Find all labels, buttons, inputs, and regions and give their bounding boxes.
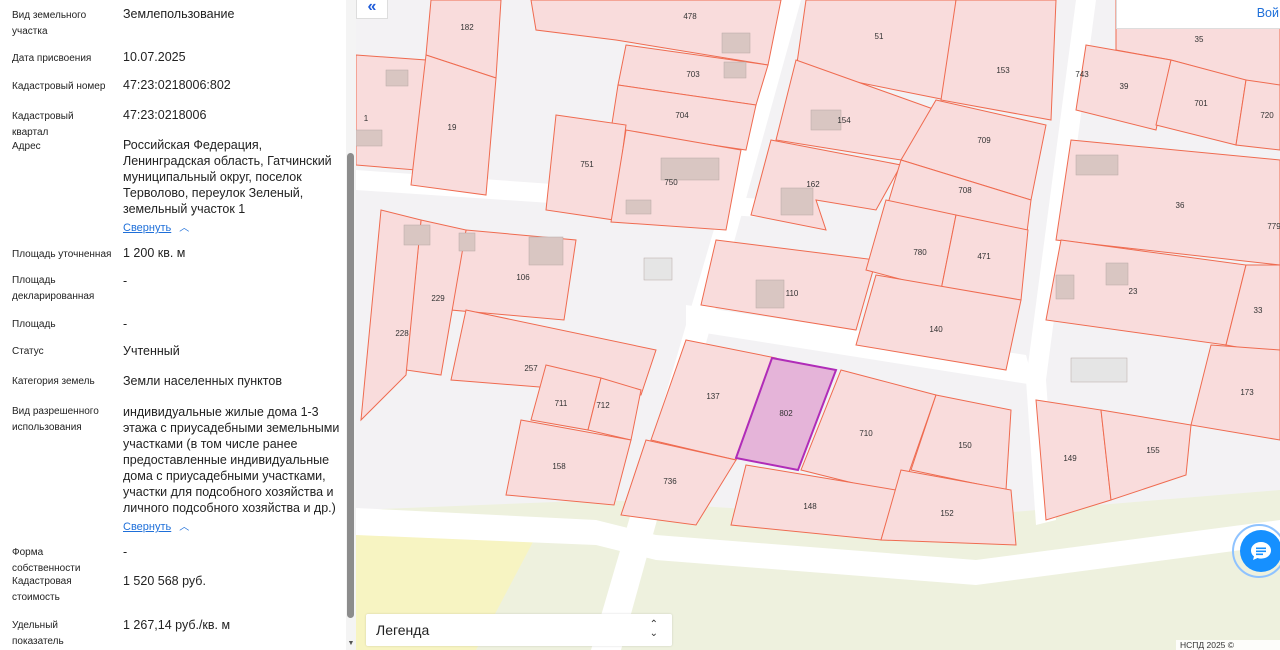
- parcel-label-712: 712: [596, 401, 610, 410]
- parcel-label-751: 751: [580, 160, 594, 169]
- parcel-label-780: 780: [913, 248, 927, 257]
- parcel-label-257: 257: [524, 364, 538, 373]
- scroll-down-arrow-icon[interactable]: ▼: [346, 639, 356, 649]
- parcel-label-704: 704: [675, 111, 689, 120]
- cadastral-map[interactable]: 182 478 51 153 743 35 39 701 720 1 19 70…: [356, 0, 1280, 650]
- parcel-label-743: 743: [1075, 70, 1089, 79]
- parcel-label-703: 703: [686, 70, 700, 79]
- chevron-up-icon: ︿: [179, 223, 190, 234]
- parcel-label-153: 153: [996, 66, 1010, 75]
- parcel-label-36: 36: [1176, 201, 1185, 210]
- info-panel: Вид земельного участка Землепользование …: [0, 0, 356, 650]
- field-value: Землепользование: [123, 7, 235, 21]
- chat-icon: [1251, 542, 1271, 560]
- field-value: индивидуальные жилые дома 1-3 этажа с пр…: [123, 405, 340, 515]
- field-value: 47:23:0218006: [123, 108, 207, 122]
- parcel-label-51: 51: [875, 32, 884, 41]
- parcel-label-229: 229: [431, 294, 445, 303]
- parcel-label-152: 152: [940, 509, 954, 518]
- field-label: Площадь: [12, 319, 56, 330]
- field-label: Кадастровый номер: [12, 81, 106, 92]
- parcel-label-155: 155: [1146, 446, 1160, 455]
- parcel-label-150: 150: [958, 441, 972, 450]
- chat-button[interactable]: [1240, 530, 1280, 572]
- parcel-label-720: 720: [1260, 111, 1274, 120]
- field-value: -: [123, 274, 128, 288]
- parcel-label-708: 708: [958, 186, 972, 195]
- parcel-label-802: 802: [779, 409, 793, 418]
- field-value: 1 267,14 руб./кв. м: [123, 618, 231, 632]
- field-value: 47:23:0218006:802: [123, 78, 231, 92]
- map-canvas: 182 478 51 153 743 35 39 701 720 1 19 70…: [356, 0, 1280, 650]
- field-value: -: [123, 545, 128, 559]
- parcel-label-162: 162: [806, 180, 820, 189]
- login-button[interactable]: Вой: [1116, 0, 1280, 29]
- double-chevron-left-icon: «: [367, 0, 377, 15]
- parcel-label-736: 736: [663, 477, 677, 486]
- panel-scrollbar-thumb[interactable]: [347, 153, 354, 618]
- field-label: Адрес: [12, 141, 41, 152]
- parcel-label-148: 148: [803, 502, 817, 511]
- field-label: Статус: [12, 346, 44, 357]
- field-value: 1 520 568 руб.: [123, 574, 206, 588]
- field-label: Категория земель: [12, 376, 95, 387]
- parcel-label-19: 19: [448, 123, 457, 132]
- field-label: Удельный показатель кадастровой: [12, 620, 64, 647]
- parcel-label-158: 158: [552, 462, 566, 471]
- parcel-label-701: 701: [1194, 99, 1208, 108]
- parcel-label-1: 1: [364, 114, 369, 123]
- chevron-up-icon: ︿: [179, 522, 190, 533]
- parcel-label-711: 711: [555, 399, 568, 408]
- field-value: -: [123, 317, 128, 331]
- copyright-text: НСПД 2025 ©: [1176, 640, 1280, 650]
- parcel-label-23: 23: [1129, 287, 1138, 296]
- parcel-label-137: 137: [706, 392, 720, 401]
- field-label: Площадь декларированная: [12, 275, 95, 302]
- parcel-label-709: 709: [977, 136, 991, 145]
- parcel-label-140: 140: [929, 325, 943, 334]
- field-label: Площадь уточненная: [12, 249, 112, 260]
- parcel-label-35: 35: [1195, 35, 1204, 44]
- permitted-use-collapse-link[interactable]: Свернуть ︿: [123, 518, 189, 533]
- parcel-label-750: 750: [664, 178, 678, 187]
- field-label: Кадастровый квартал: [12, 111, 74, 138]
- field-value: Земли населенных пунктов: [123, 374, 282, 388]
- field-value: Российская Федерация, Ленинградская обла…: [123, 138, 332, 216]
- parcel-label-182: 182: [460, 23, 474, 32]
- parcel-label-478: 478: [683, 12, 697, 21]
- field-label: Дата присвоения: [12, 53, 92, 64]
- parcel-label-710: 710: [859, 429, 873, 438]
- parcel-label-779: 779: [1267, 222, 1280, 231]
- field-label: Форма собственности: [12, 547, 81, 574]
- parcel-label-33: 33: [1254, 306, 1263, 315]
- parcel-label-106: 106: [516, 273, 530, 282]
- parcel-label-39: 39: [1120, 82, 1129, 91]
- field-label: Вид разрешенного использования: [12, 406, 99, 433]
- address-collapse-link[interactable]: Свернуть ︿: [123, 219, 189, 234]
- login-label: Вой: [1256, 6, 1279, 20]
- parcel-label-110: 110: [786, 289, 799, 298]
- parcel-label-154: 154: [837, 116, 851, 125]
- parcel-153: [940, 0, 1057, 121]
- field-value: 1 200 кв. м: [123, 246, 186, 260]
- parcel-label-173: 173: [1240, 388, 1254, 397]
- field-value: Учтенный: [123, 344, 180, 358]
- parcel-label-471: 471: [977, 252, 991, 261]
- parcel-label-228: 228: [395, 329, 409, 338]
- collapse-panel-button[interactable]: «: [356, 0, 388, 19]
- legend-label: Легенда: [376, 622, 430, 638]
- parcel-label-149: 149: [1063, 454, 1077, 463]
- legend-dropdown[interactable]: Легенда ⌃ ⌄: [366, 614, 672, 646]
- field-label: Кадастровая стоимость: [12, 576, 72, 603]
- up-down-chevron-icon: ⌃ ⌄: [649, 619, 658, 639]
- field-value: 10.07.2025: [123, 50, 186, 64]
- field-label: Вид земельного участка: [12, 10, 87, 37]
